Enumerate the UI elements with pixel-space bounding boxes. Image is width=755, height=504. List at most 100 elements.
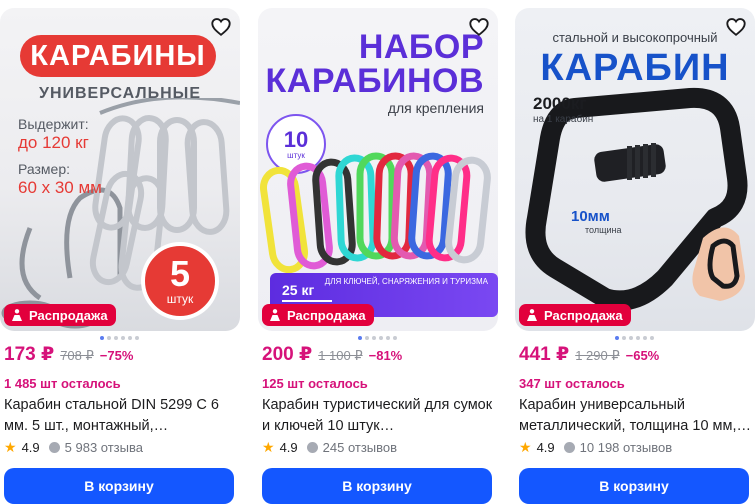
price-row: 173 ₽ 708 ₽ −75% bbox=[4, 343, 133, 366]
rating-row[interactable]: ★ 4.9 245 отзывов bbox=[262, 439, 397, 456]
price: 441 ₽ bbox=[519, 344, 570, 365]
image-text: Размер: bbox=[18, 161, 71, 177]
image-text: 60 х 30 мм bbox=[18, 178, 102, 197]
price-row: 441 ₽ 1 290 ₽ −65% bbox=[519, 343, 659, 366]
carousel-dots[interactable] bbox=[100, 336, 139, 340]
price: 173 ₽ bbox=[4, 344, 55, 365]
weight-text: 2000кг bbox=[533, 94, 587, 113]
cart-button-label: В корзину bbox=[342, 478, 412, 494]
old-price: 1 290 ₽ bbox=[575, 348, 620, 363]
flame-person-icon bbox=[270, 309, 280, 321]
thickness-text: 10мм bbox=[571, 208, 610, 225]
divider bbox=[282, 300, 332, 302]
product-image[interactable]: НАБОР КАРАБИНОВ для крепления 10 штук 25… bbox=[258, 8, 498, 331]
reviews-count: 10 198 отзывов bbox=[579, 440, 673, 455]
add-to-cart-button[interactable]: В корзину bbox=[262, 468, 492, 504]
thickness-subtext: толщина bbox=[585, 225, 622, 235]
product-image[interactable]: КАРАБИНЫ УНИВЕРСАЛЬНЫЕ Выдержит: до 120 … bbox=[0, 8, 240, 331]
image-headline: КАРАБИНЫ bbox=[20, 35, 216, 77]
add-to-cart-button[interactable]: В корзину bbox=[4, 468, 234, 504]
old-price: 1 100 ₽ bbox=[318, 348, 363, 363]
carousel-dots[interactable] bbox=[358, 336, 397, 340]
product-card[interactable]: НАБОР КАРАБИНОВ для крепления 10 штук 25… bbox=[258, 8, 498, 504]
heart-outline-icon bbox=[469, 18, 489, 36]
carousel-dot[interactable] bbox=[650, 336, 654, 340]
carousel-dot[interactable] bbox=[107, 336, 111, 340]
weight-subtext: на 1 карабин bbox=[533, 114, 594, 125]
star-icon: ★ bbox=[262, 439, 275, 455]
carousel-dot[interactable] bbox=[386, 336, 390, 340]
price-row: 200 ₽ 1 100 ₽ −81% bbox=[262, 343, 402, 366]
sale-label: Распродажа bbox=[544, 307, 623, 323]
stock-remaining: 347 шт осталось bbox=[519, 376, 625, 391]
carousel-dot[interactable] bbox=[629, 336, 633, 340]
image-text: Выдержит: bbox=[18, 116, 89, 132]
cart-button-label: В корзину bbox=[84, 478, 154, 494]
discount: −75% bbox=[99, 348, 134, 363]
star-icon: ★ bbox=[4, 439, 17, 455]
carousel-dot[interactable] bbox=[100, 336, 104, 340]
carousel-dots[interactable] bbox=[615, 336, 654, 340]
stock-remaining: 125 шт осталось bbox=[262, 376, 368, 391]
flame-person-icon bbox=[527, 309, 537, 321]
favorite-button[interactable] bbox=[723, 14, 749, 40]
heart-outline-icon bbox=[211, 18, 231, 36]
image-subheadline: для крепления bbox=[387, 100, 484, 116]
flame-person-icon bbox=[12, 309, 22, 321]
product-card[interactable]: КАРАБИНЫ УНИВЕРСАЛЬНЫЕ Выдержит: до 120 … bbox=[0, 8, 240, 504]
quantity-unit: штук bbox=[166, 292, 194, 306]
carousel-dot[interactable] bbox=[636, 336, 640, 340]
product-grid: КАРАБИНЫ УНИВЕРСАЛЬНЫЕ Выдержит: до 120 … bbox=[0, 0, 755, 504]
favorite-button[interactable] bbox=[208, 14, 234, 40]
carousel-dot[interactable] bbox=[114, 336, 118, 340]
carousel-dot[interactable] bbox=[121, 336, 125, 340]
chat-bubble-icon bbox=[306, 442, 318, 453]
weight-text: 25 кг bbox=[282, 282, 315, 298]
sale-badge: Распродажа bbox=[262, 304, 374, 326]
rating-value: 4.9 bbox=[21, 440, 40, 455]
heart-outline-icon bbox=[726, 18, 746, 36]
carousel-dot[interactable] bbox=[643, 336, 647, 340]
rating-value: 4.9 bbox=[536, 440, 555, 455]
sale-label: Распродажа bbox=[29, 307, 108, 323]
image-subheadline: стальной и высокопрочный bbox=[552, 30, 718, 45]
price: 200 ₽ bbox=[262, 344, 313, 365]
stock-remaining: 1 485 шт осталось bbox=[4, 376, 121, 391]
add-to-cart-button[interactable]: В корзину bbox=[519, 468, 749, 504]
carousel-dot[interactable] bbox=[372, 336, 376, 340]
reviews-count: 5 983 отзыва bbox=[64, 440, 143, 455]
chat-bubble-icon bbox=[48, 442, 60, 453]
purpose-text: ДЛЯ КЛЮЧЕЙ, СНАРЯЖЕНИЯ И ТУРИЗМА bbox=[324, 277, 488, 286]
sale-badge: Распродажа bbox=[4, 304, 116, 326]
product-title[interactable]: Карабин стальной DIN 5299 С 6 мм. 5 шт.,… bbox=[4, 395, 240, 437]
image-headline: КАРАБИНОВ bbox=[265, 62, 484, 100]
carousel-dot[interactable] bbox=[615, 336, 619, 340]
rating-row[interactable]: ★ 4.9 10 198 отзывов bbox=[519, 439, 672, 456]
carousel-dot[interactable] bbox=[393, 336, 397, 340]
carousel-dot[interactable] bbox=[365, 336, 369, 340]
carousel-dot[interactable] bbox=[622, 336, 626, 340]
image-text: до 120 кг bbox=[18, 133, 89, 152]
product-title[interactable]: Карабин туристический для сумок и ключей… bbox=[262, 395, 498, 437]
discount: −81% bbox=[368, 348, 403, 363]
cart-button-label: В корзину bbox=[599, 478, 669, 494]
product-image[interactable]: стальной и высокопрочный КАРАБИН 2000кг … bbox=[515, 8, 755, 331]
old-price: 708 ₽ bbox=[60, 348, 94, 363]
favorite-button[interactable] bbox=[466, 14, 492, 40]
sale-label: Распродажа bbox=[287, 307, 366, 323]
quantity-badge: 5 штук bbox=[141, 242, 219, 320]
quantity-number: 5 bbox=[169, 253, 191, 294]
product-title[interactable]: Карабин универсальный металлический, тол… bbox=[519, 395, 755, 437]
carousel-dot[interactable] bbox=[379, 336, 383, 340]
carabiner-set-illustration bbox=[260, 152, 491, 273]
star-icon: ★ bbox=[519, 439, 532, 455]
carousel-dot[interactable] bbox=[358, 336, 362, 340]
carousel-dot[interactable] bbox=[128, 336, 132, 340]
reviews-count: 245 отзывов bbox=[322, 440, 398, 455]
product-card[interactable]: стальной и высокопрочный КАРАБИН 2000кг … bbox=[515, 8, 755, 504]
carousel-dot[interactable] bbox=[135, 336, 139, 340]
discount: −65% bbox=[625, 348, 660, 363]
chat-bubble-icon bbox=[563, 442, 575, 453]
rating-value: 4.9 bbox=[279, 440, 298, 455]
rating-row[interactable]: ★ 4.9 5 983 отзыва bbox=[4, 439, 143, 456]
